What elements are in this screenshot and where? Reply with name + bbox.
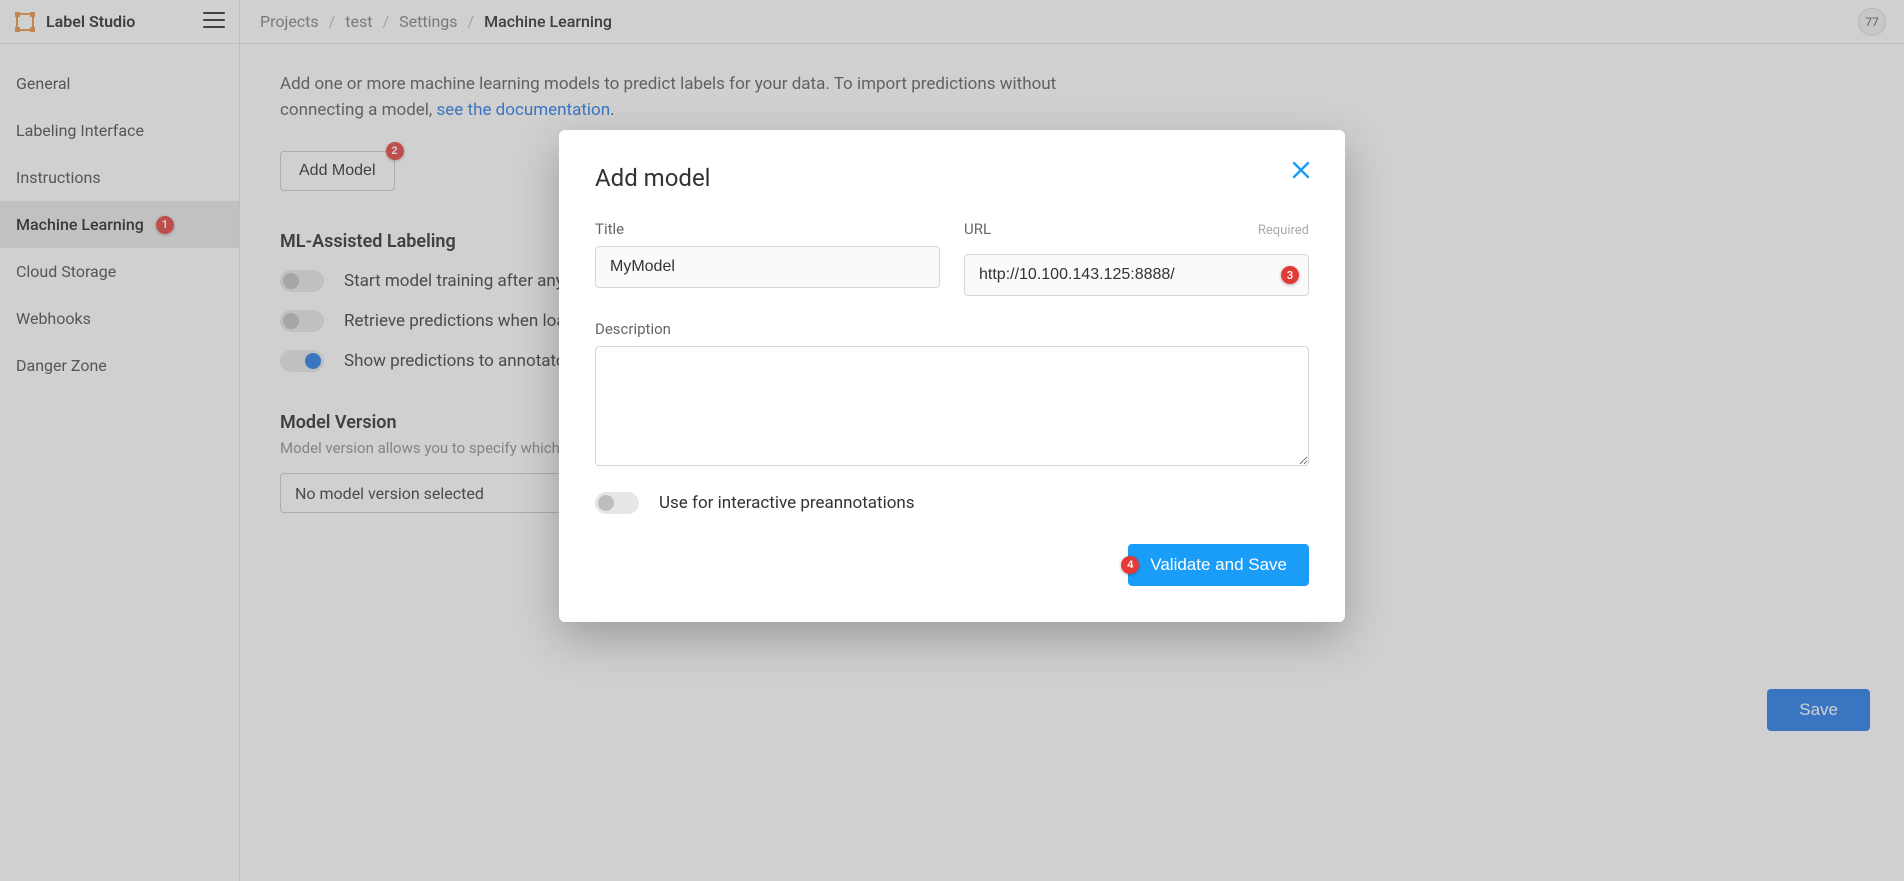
- field-label: URL: [964, 220, 991, 238]
- field-label: Description: [595, 320, 1309, 338]
- close-icon[interactable]: [1291, 160, 1311, 184]
- toggle-knob: [598, 495, 614, 511]
- title-input[interactable]: [595, 246, 940, 288]
- modal-overlay[interactable]: Add model Title URL Required 3: [0, 0, 1904, 881]
- required-hint: Required: [1258, 223, 1309, 238]
- field-label: Title: [595, 220, 940, 238]
- add-model-modal: Add model Title URL Required 3: [559, 130, 1345, 622]
- modal-form: Title URL Required 3 Description: [595, 220, 1309, 470]
- toggle-interactive-preannotations: Use for interactive preannotations: [595, 492, 1309, 514]
- field-description: Description: [595, 320, 1309, 470]
- modal-title: Add model: [595, 164, 1309, 192]
- toggle-label: Use for interactive preannotations: [659, 493, 915, 513]
- toggle-switch[interactable]: [595, 492, 639, 514]
- url-input[interactable]: [964, 254, 1309, 296]
- field-url: URL Required 3: [964, 220, 1309, 296]
- validate-save-button[interactable]: 4 Validate and Save: [1128, 544, 1309, 586]
- field-title: Title: [595, 220, 940, 296]
- button-label: Validate and Save: [1150, 555, 1287, 574]
- description-textarea[interactable]: [595, 346, 1309, 466]
- annotation-badge: 4: [1121, 556, 1139, 574]
- modal-actions: 4 Validate and Save: [595, 544, 1309, 586]
- annotation-badge: 3: [1281, 266, 1299, 284]
